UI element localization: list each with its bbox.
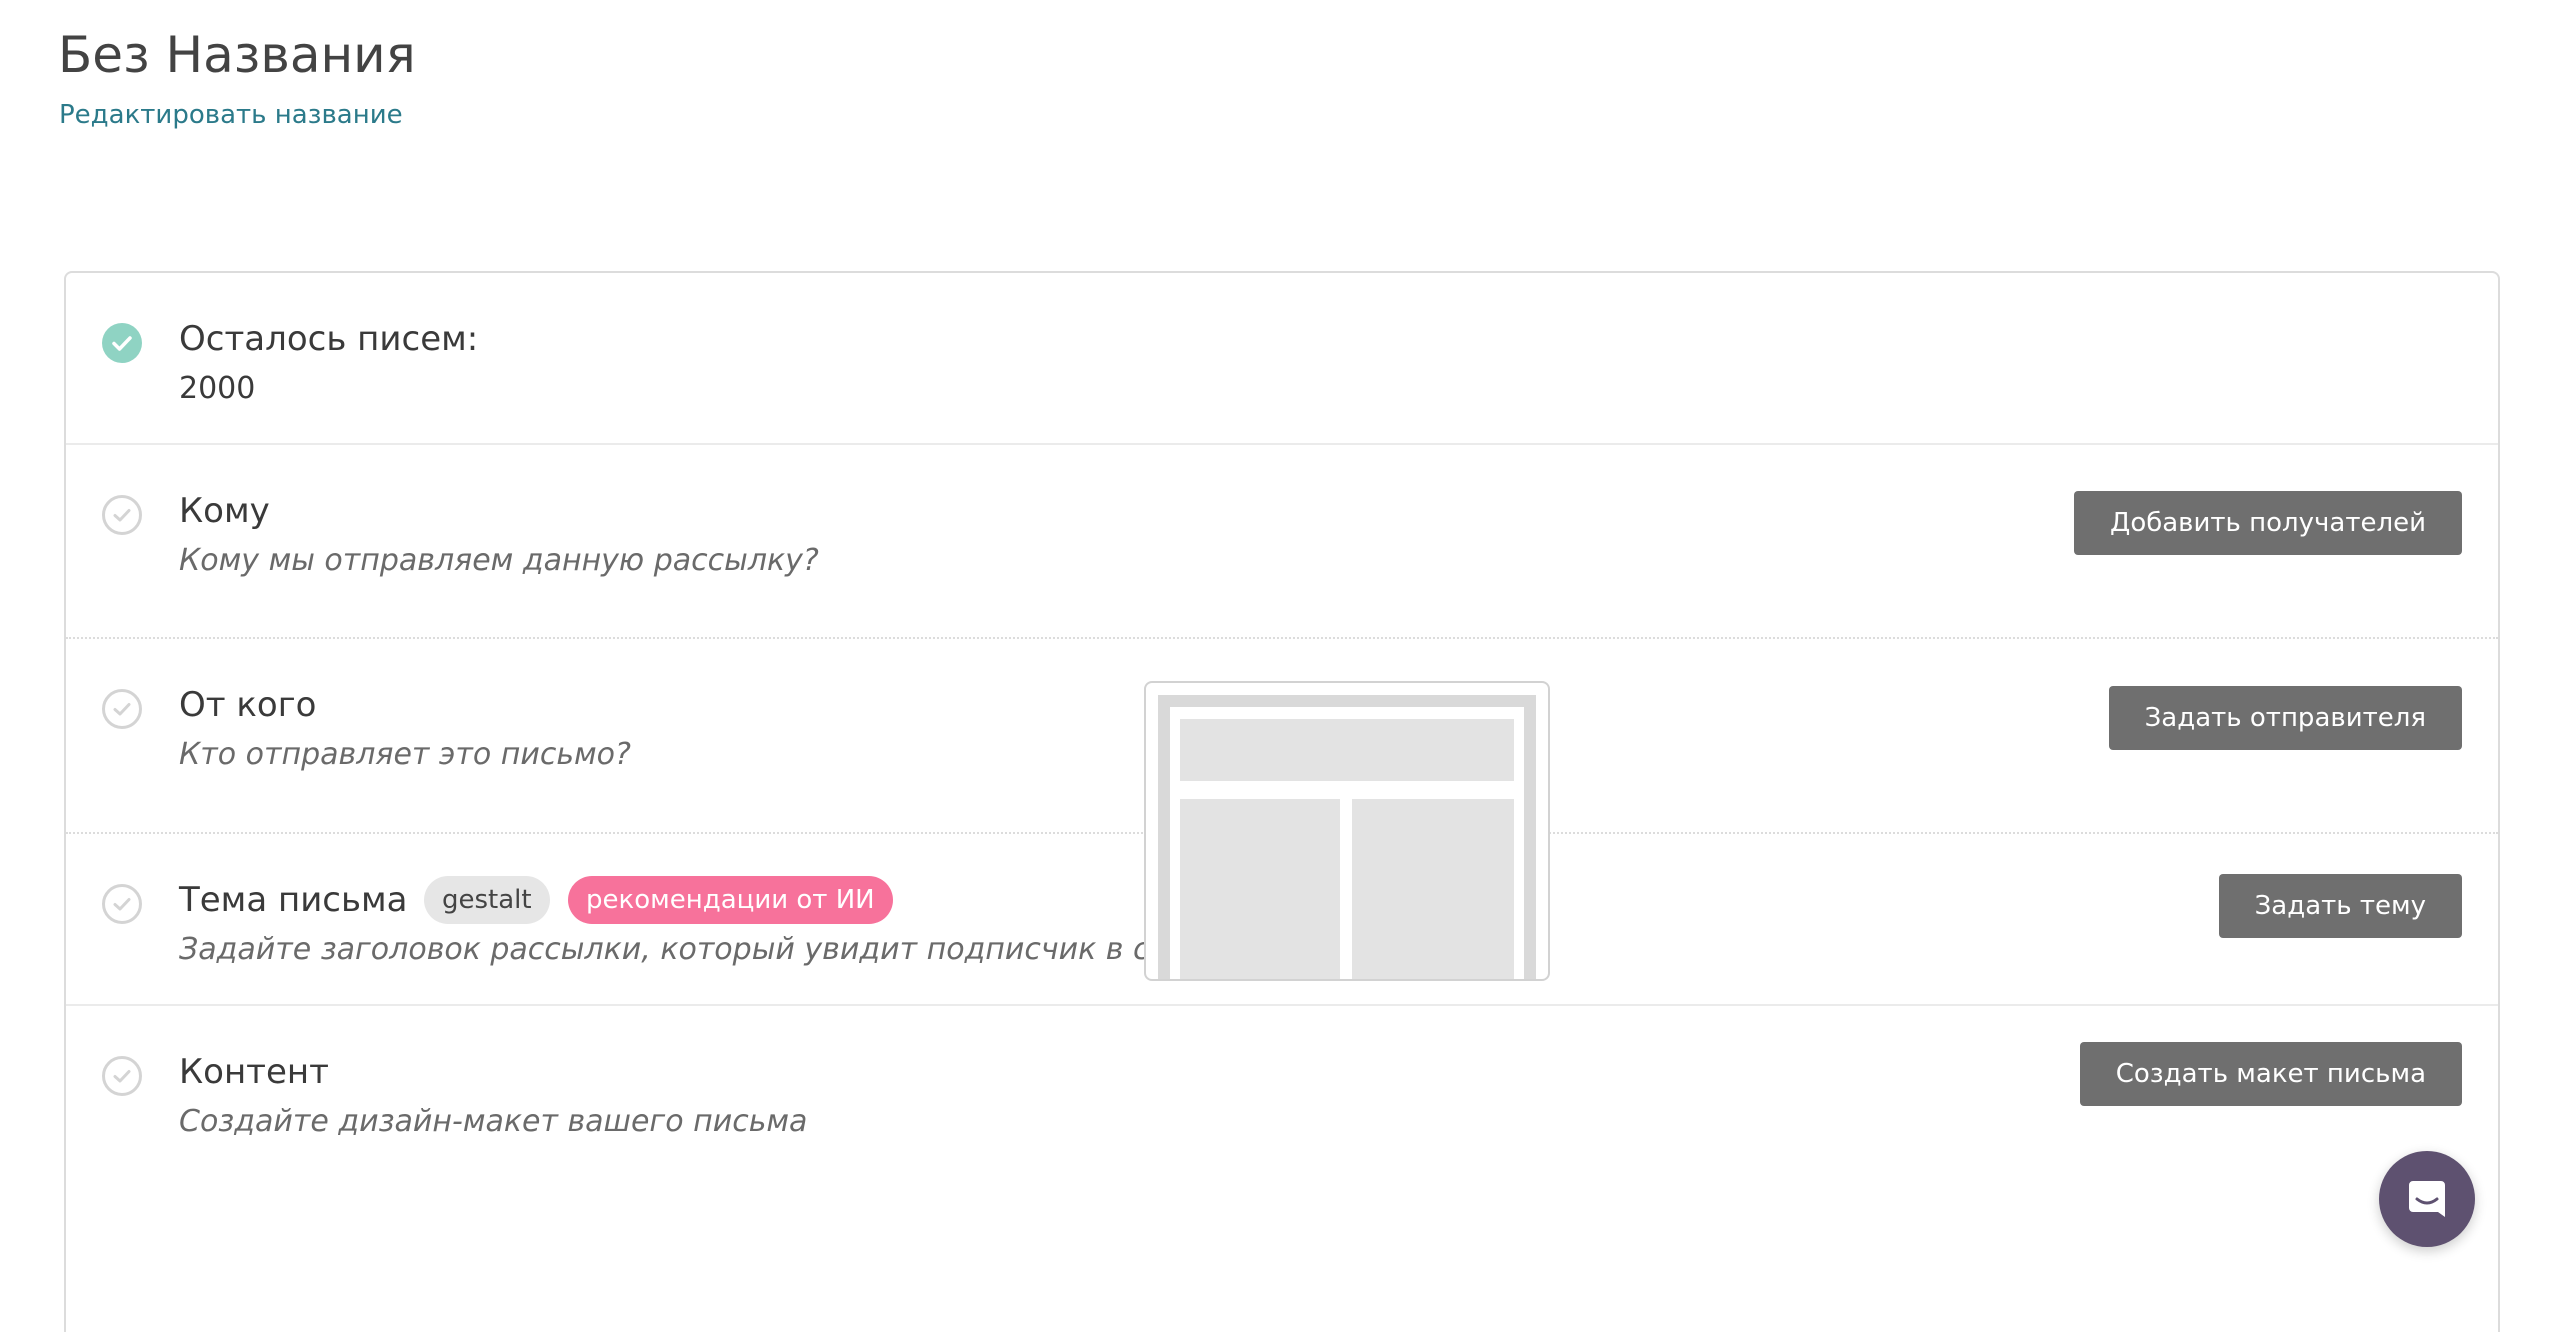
check-circle-icon [102,1056,142,1096]
create-layout-button[interactable]: Создать макет письма [2079,1042,2462,1106]
step-to-subtitle: Кому мы отправляем данную рассылку? [179,543,819,578]
step-remaining: Осталось писем: 2000 [66,273,2498,445]
edit-title-link[interactable]: Редактировать название [59,97,403,133]
set-sender-button[interactable]: Задать отправителя [2108,686,2462,750]
layout-preview-frame [1158,695,1536,979]
layout-preview-body [1170,707,1524,979]
set-subject-button[interactable]: Задать тему [2218,874,2462,938]
step-content-title: Контент [179,1052,329,1092]
campaign-steps-card: Осталось писем: 2000 Кому Кому мы отправ… [64,271,2500,1332]
step-content-subtitle: Создайте дизайн-макет вашего письма [179,1104,808,1139]
check-circle-icon [102,884,142,924]
add-recipients-button[interactable]: Добавить получателей [2074,491,2462,555]
tag-gestalt[interactable]: gestalt [424,876,550,924]
step-content: Контент Создайте дизайн-макет вашего пис… [66,1006,2498,1332]
chat-bubble-icon [2409,1181,2445,1217]
step-subject-title: Тема письма [179,880,408,920]
step-from-title: От кого [179,685,317,725]
check-circle-icon [102,495,142,535]
check-circle-icon [102,323,142,363]
page-title: Без Названия [58,26,416,84]
remaining-count: 2000 [179,371,256,406]
tag-ai-recommendations[interactable]: рекомендации от ИИ [568,876,893,924]
layout-header-block [1180,719,1514,781]
step-to-title: Кому [179,491,270,531]
chat-button[interactable] [2379,1151,2475,1247]
step-from-subtitle: Кто отправляет это письмо? [179,737,631,772]
email-layout-preview[interactable] [1144,681,1550,981]
layout-left-block [1180,799,1340,979]
campaign-page: Без Названия Редактировать название Оста… [0,0,2552,1332]
check-circle-icon [102,689,142,729]
step-to: Кому Кому мы отправляем данную рассылку?… [66,445,2498,639]
layout-right-block [1352,799,1514,979]
step-remaining-title: Осталось писем: [179,319,479,359]
